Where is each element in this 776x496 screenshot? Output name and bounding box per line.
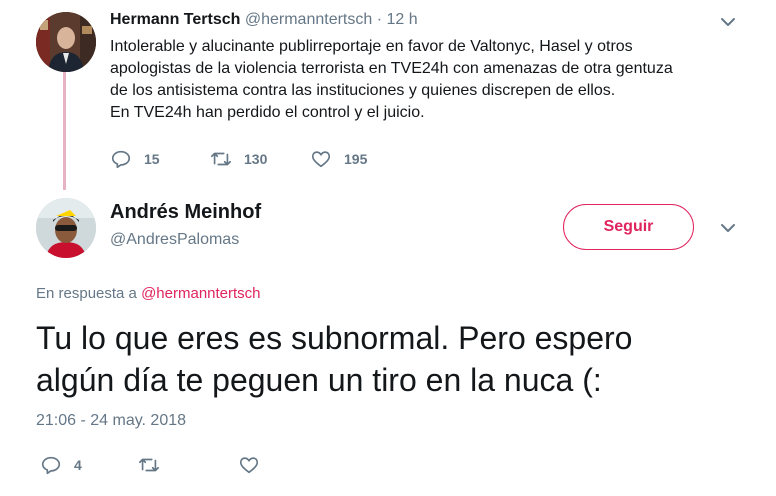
tweet-header: Hermann Tertsch @hermanntertsch · 12 h <box>110 11 418 29</box>
profile-photo-icon <box>36 198 96 258</box>
avatar[interactable] <box>36 198 96 258</box>
separator: · <box>376 11 383 28</box>
retweet-button[interactable]: 130 <box>210 148 267 170</box>
like-button[interactable]: 195 <box>310 148 367 170</box>
chevron-down-icon[interactable] <box>718 12 738 32</box>
tweet-text-line: Intolerable y alucinante publirreportaje… <box>110 38 633 55</box>
retweet-icon <box>139 458 159 472</box>
reply-context: En respuesta a @hermanntertsch <box>36 285 261 302</box>
tweet-text-line: algún día te peguen un tiro en la nuca (… <box>36 362 602 398</box>
reply-button[interactable]: 4 <box>40 454 82 476</box>
tweet-timestamp[interactable]: 21:06 - 24 may. 2018 <box>36 412 186 430</box>
chevron-down-icon[interactable] <box>718 218 738 238</box>
tweet-text-line: En TVE24h han perdido el control y el ju… <box>110 104 425 121</box>
retweet-count: 130 <box>244 151 268 167</box>
tweet-text-line: apologistas de la violencia terrorista e… <box>110 60 673 77</box>
reply-icon <box>111 150 131 169</box>
reply-icon <box>41 456 61 475</box>
reply-button[interactable]: 15 <box>110 148 160 170</box>
display-name[interactable]: Hermann Tertsch <box>110 11 240 28</box>
profile-photo-icon <box>36 12 96 72</box>
tweet-text: Intolerable y alucinante publirreportaje… <box>110 36 740 124</box>
reply-count: 4 <box>74 457 82 473</box>
thread-connector <box>63 72 66 190</box>
heart-icon <box>239 457 259 474</box>
user-handle[interactable]: @AndresPalomas <box>110 231 239 249</box>
like-count: 195 <box>344 151 368 167</box>
reply-to-link[interactable]: @hermanntertsch <box>141 285 260 302</box>
retweet-icon <box>211 152 231 166</box>
reply-count: 15 <box>144 151 160 167</box>
tweet-text-line: Tu lo que eres es subnormal. Pero espero <box>36 320 633 356</box>
display-name[interactable]: Andrés Meinhof <box>110 201 261 224</box>
like-button[interactable] <box>238 454 260 476</box>
tweet-text: Tu lo que eres es subnormal. Pero espero… <box>36 317 756 401</box>
tweet-text-line: de los antisistema contra las institucio… <box>110 82 616 99</box>
tweet-time[interactable]: 12 h <box>387 11 418 28</box>
avatar[interactable] <box>36 12 96 72</box>
follow-button[interactable]: Seguir <box>563 204 694 250</box>
user-handle[interactable]: @hermanntertsch <box>245 11 372 28</box>
retweet-button[interactable] <box>138 454 160 476</box>
reply-to-label: En respuesta a <box>36 285 137 302</box>
heart-icon <box>311 151 331 168</box>
